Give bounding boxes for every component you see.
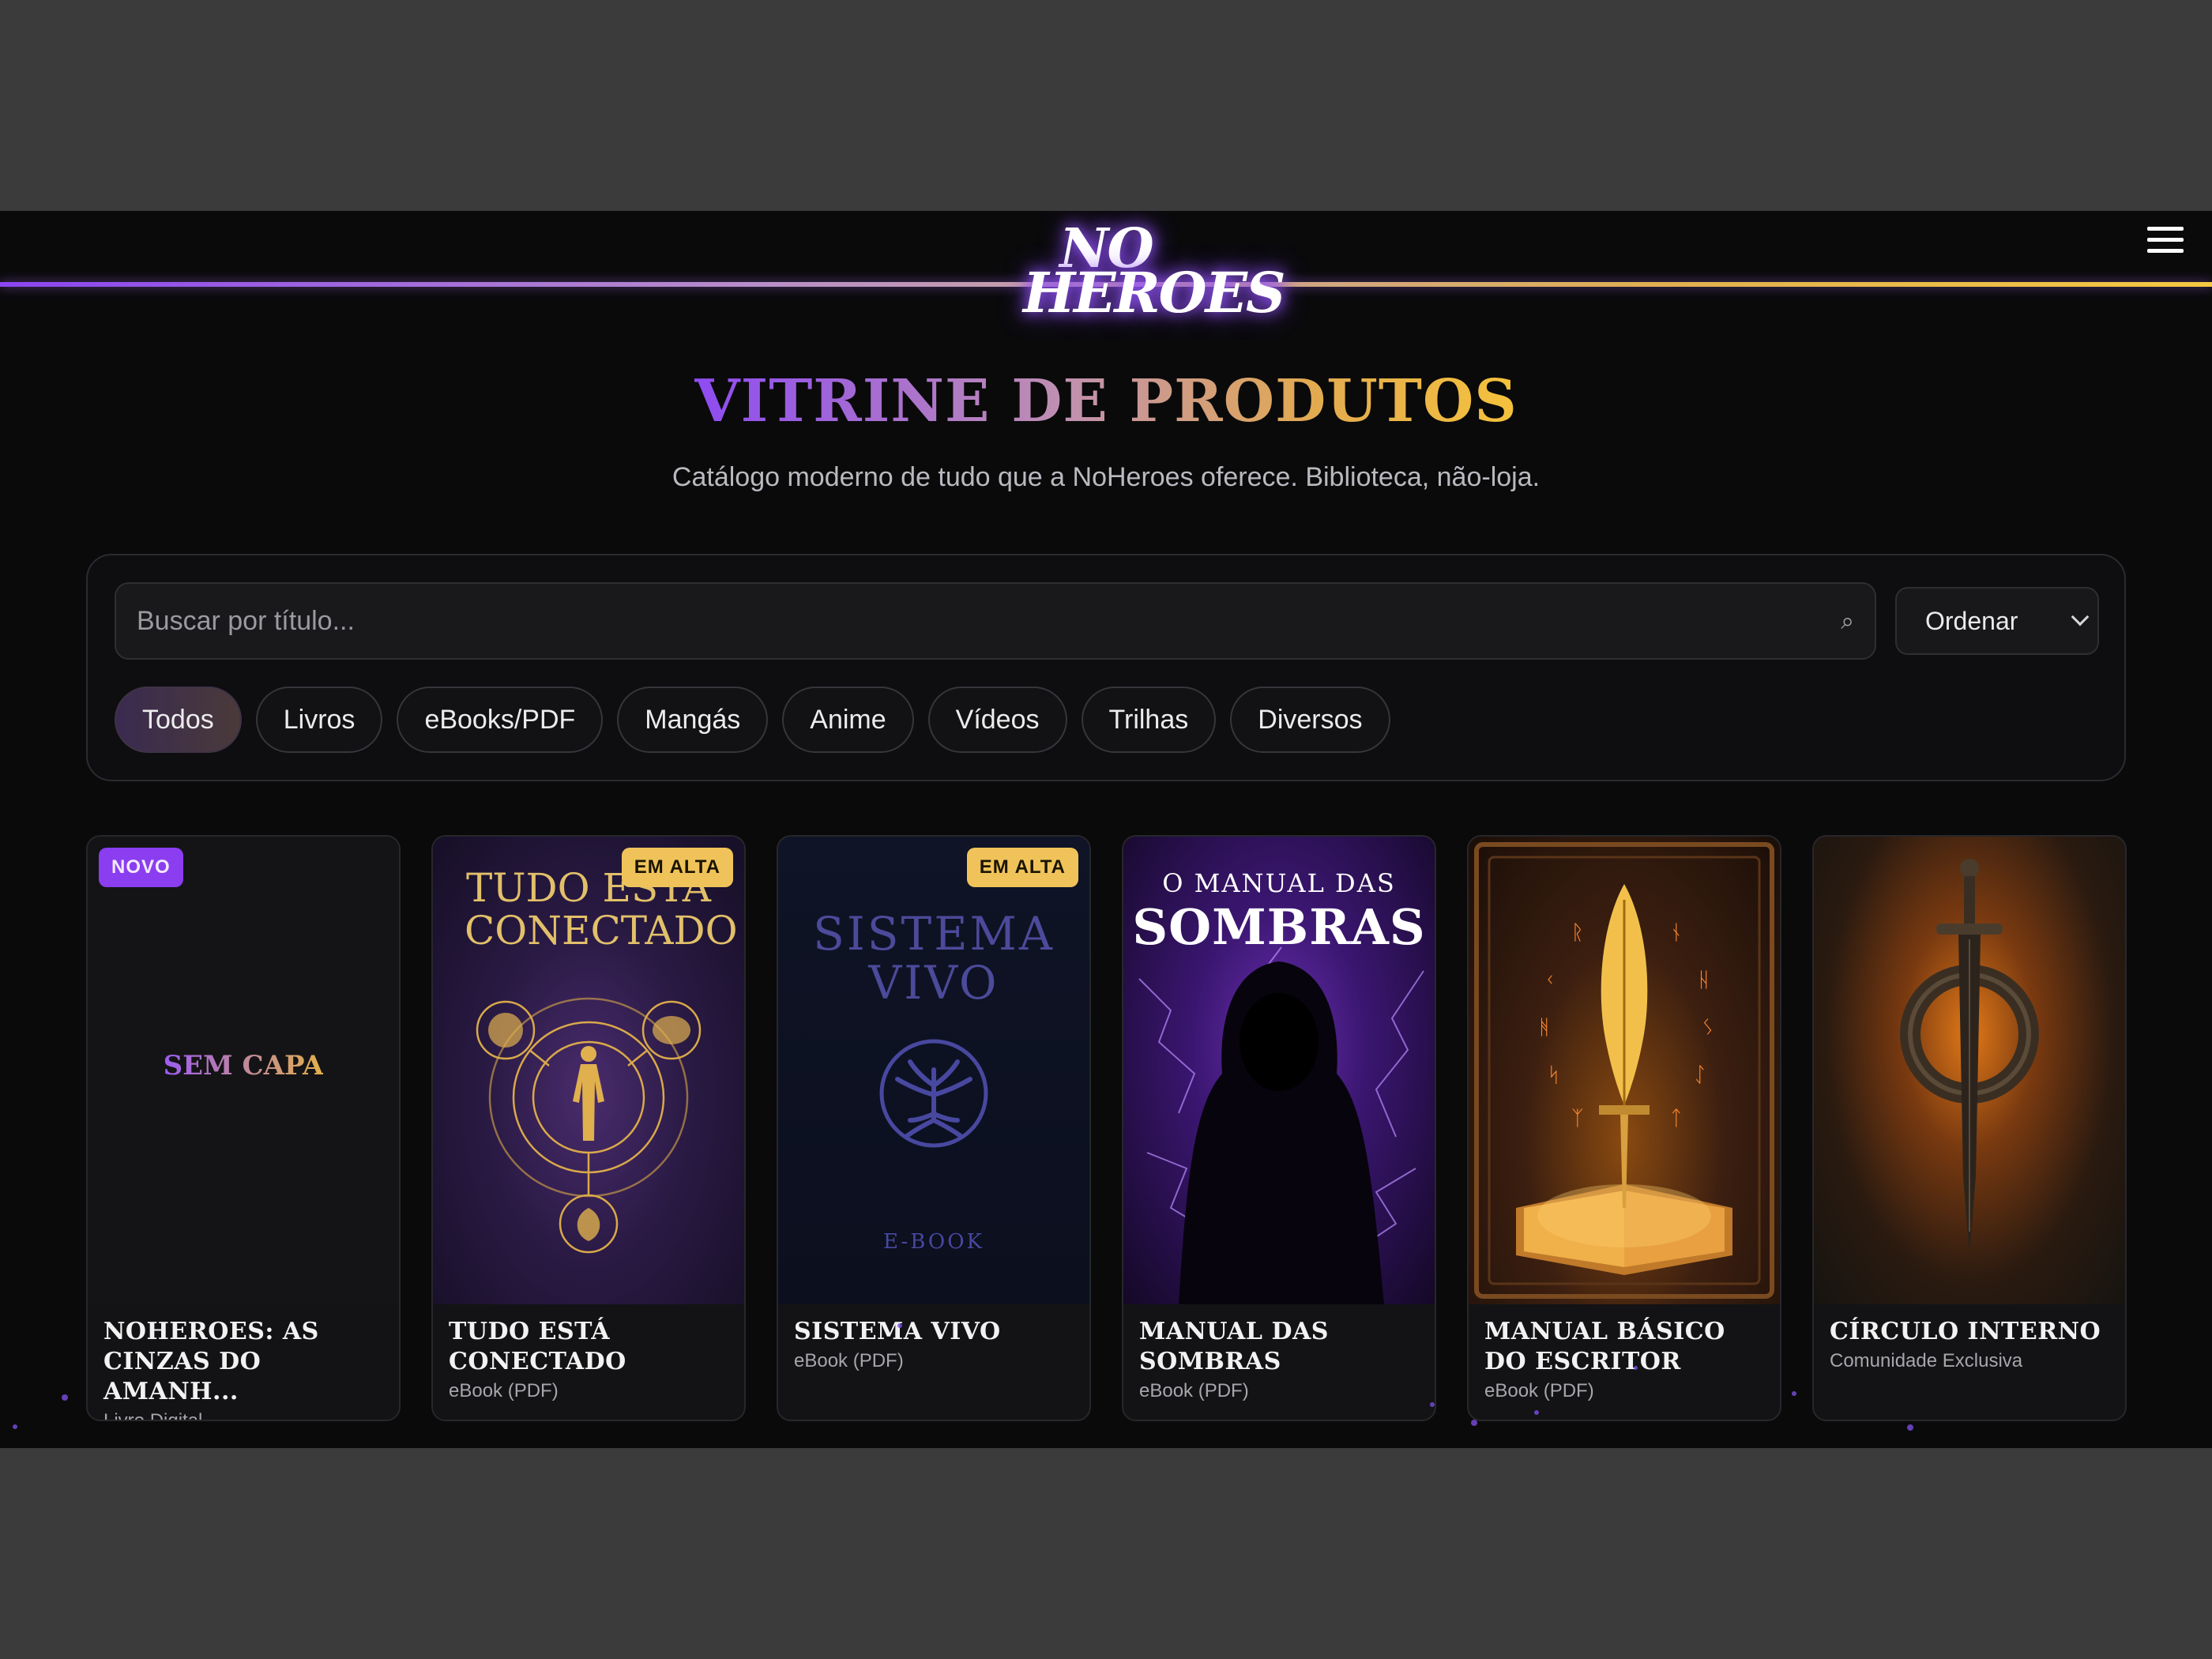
noheroes-logo[interactable]: NO HEROES xyxy=(1023,222,1286,336)
product-type: eBook (PDF) xyxy=(794,1350,904,1371)
search-icon[interactable]: ⌕ xyxy=(1841,608,1854,635)
particle-dot xyxy=(1907,1424,1913,1431)
product-cover: ᚱ ᚾ ᚲ ᚺ ᚻ ᛊ ᛋ ᛇ ᛉ ᛏ xyxy=(1469,837,1780,1304)
page-subtitle: Catálogo moderno de tudo que a NoHeroes … xyxy=(672,462,1540,492)
product-card[interactable]: CÍRCULO INTERNO Comunidade Exclusiva xyxy=(1812,835,2127,1421)
dagger-circle-illustration xyxy=(1900,859,2039,1255)
product-card[interactable]: NOVO SEM CAPA NOHEROES: AS CINZAS DO AMA… xyxy=(86,835,401,1421)
filter-chip-todos[interactable]: Todos xyxy=(115,687,242,753)
filter-chip-mangas[interactable]: Mangás xyxy=(617,687,769,753)
cover-title-line-2: VIVO xyxy=(868,956,999,1010)
badge-novo: NOVO xyxy=(99,848,183,887)
filter-chip-videos[interactable]: Vídeos xyxy=(927,687,1067,753)
svg-text:ᛇ: ᛇ xyxy=(1694,1063,1706,1087)
no-cover-placeholder: SEM CAPA xyxy=(163,1050,324,1082)
product-card[interactable]: O MANUAL DAS SOMBRAS MANUAL DAS SOMBRAS … xyxy=(1122,835,1436,1421)
particle-dot xyxy=(62,1394,68,1401)
particle-dot xyxy=(1471,1420,1477,1426)
product-title: SISTEMA VIVO xyxy=(794,1318,1001,1345)
filter-chip-trilhas[interactable]: Trilhas xyxy=(1081,687,1217,753)
quill-book-illustration: ᚱ ᚾ ᚲ ᚺ ᚻ ᛊ ᛋ ᛇ ᛉ ᛏ xyxy=(1474,842,1774,1299)
particle-dot xyxy=(1792,1391,1796,1396)
particle-dot xyxy=(1430,1402,1435,1407)
particle-dot xyxy=(1534,1410,1539,1415)
sort-dropdown[interactable]: Ordenar xyxy=(1895,587,2099,655)
cover-caption: E-BOOK xyxy=(883,1230,984,1254)
product-cover: EM ALTA SISTEMA VIVO E-BOOK xyxy=(778,837,1089,1304)
svg-text:ᛋ: ᛋ xyxy=(1548,1063,1560,1087)
badge-em-alta: EM ALTA xyxy=(621,848,733,887)
product-title: CÍRCULO INTERNO xyxy=(1830,1318,2101,1345)
connection-illustration xyxy=(476,997,702,1254)
product-type: Comunidade Exclusiva xyxy=(1830,1350,2023,1371)
product-card[interactable]: ᚱ ᚾ ᚲ ᚺ ᚻ ᛊ ᛋ ᛇ ᛉ ᛏ MANUAL BÁSICO DO ESCRITOR… xyxy=(1467,835,1781,1421)
search-box: ⌕ xyxy=(115,582,1876,660)
cover-title-line-2: SOMBRAS xyxy=(1132,898,1426,956)
svg-text:ᛊ: ᛊ xyxy=(1702,1016,1714,1040)
svg-text:ᛉ: ᛉ xyxy=(1571,1107,1584,1130)
filter-chip-diversos[interactable]: Diversos xyxy=(1230,687,1390,753)
cover-title-line-1: SISTEMA xyxy=(813,907,1055,961)
badge-em-alta: EM ALTA xyxy=(966,848,1078,887)
svg-text:ᛏ: ᛏ xyxy=(1670,1107,1683,1130)
product-cover: O MANUAL DAS SOMBRAS xyxy=(1123,837,1435,1304)
cover-title-line-1: O MANUAL DAS xyxy=(1162,868,1396,898)
tree-of-life-icon xyxy=(879,1039,988,1148)
sort-dropdown-label: Ordenar xyxy=(1925,607,2018,635)
particle-dot xyxy=(1634,1366,1638,1370)
hamburger-menu-icon[interactable] xyxy=(2146,222,2185,261)
product-type: eBook (PDF) xyxy=(449,1380,559,1401)
app-screen: NO HEROES VITRINE DE PRODUTOS Catálogo m… xyxy=(0,211,2212,1448)
filter-chip-anime[interactable]: Anime xyxy=(782,687,914,753)
svg-text:ᚱ: ᚱ xyxy=(1571,921,1584,945)
product-title: NOHEROES: AS CINZAS DO AMANH... xyxy=(103,1318,319,1405)
product-title: TUDO ESTÁ CONECTADO xyxy=(449,1318,626,1375)
product-card[interactable]: EM ALTA SISTEMA VIVO E-BOOK SISTEMA VIVO… xyxy=(777,835,1091,1421)
product-type: eBook (PDF) xyxy=(1484,1380,1594,1401)
particle-dot xyxy=(897,1323,902,1328)
filter-chip-livros[interactable]: Livros xyxy=(255,687,383,753)
svg-text:ᚾ: ᚾ xyxy=(1670,921,1683,945)
chevron-down-icon xyxy=(2071,608,2090,626)
svg-text:ᚲ: ᚲ xyxy=(1544,969,1556,992)
product-cover: EM ALTA TUDO ESTÁ CONECTADO xyxy=(433,837,744,1304)
product-cover: NOVO SEM CAPA xyxy=(88,837,399,1304)
filter-chip-ebooks[interactable]: eBooks/PDF xyxy=(397,687,604,753)
product-type: Livro Digital xyxy=(103,1410,203,1421)
page-title: VITRINE DE PRODUTOS xyxy=(694,367,1518,435)
particle-dot xyxy=(13,1424,17,1429)
product-cover xyxy=(1814,837,2125,1304)
product-title: MANUAL BÁSICO DO ESCRITOR xyxy=(1484,1318,1725,1375)
logo-line-2: HEROES xyxy=(1023,260,1286,325)
filter-panel: ⌕ Ordenar Todos Livros eBooks/PDF Mangás… xyxy=(86,554,2126,781)
search-input[interactable] xyxy=(116,584,1875,658)
category-filters: Todos Livros eBooks/PDF Mangás Anime Víd… xyxy=(115,687,1390,753)
product-title: MANUAL DAS SOMBRAS xyxy=(1139,1318,1329,1375)
product-card[interactable]: EM ALTA TUDO ESTÁ CONECTADO TUDO ESTÁ CO… xyxy=(431,835,746,1421)
svg-text:ᚺ: ᚺ xyxy=(1698,969,1710,992)
product-grid: NOVO SEM CAPA NOHEROES: AS CINZAS DO AMA… xyxy=(86,835,2127,1421)
product-type: eBook (PDF) xyxy=(1139,1380,1249,1401)
svg-text:ᚻ: ᚻ xyxy=(1538,1016,1551,1040)
